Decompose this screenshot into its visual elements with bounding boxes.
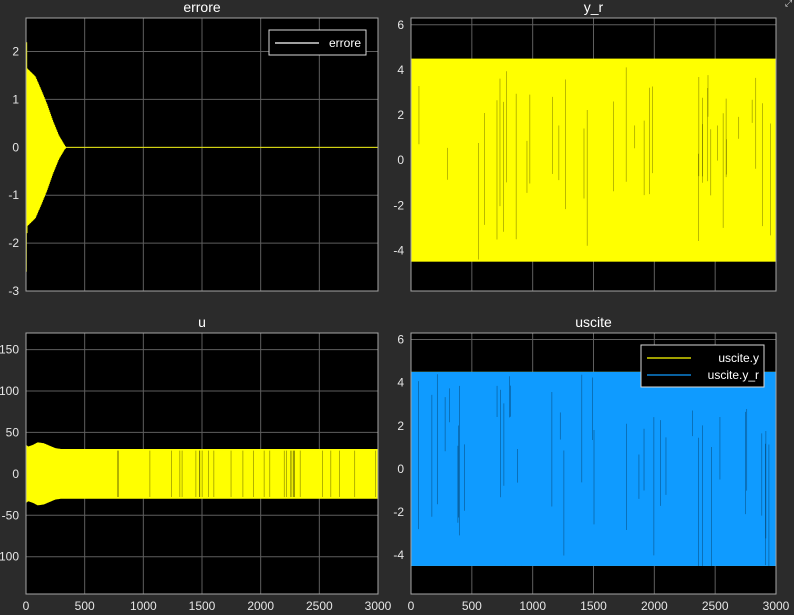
x-tick-label: 1000 <box>130 599 157 613</box>
legend-label: errore <box>329 36 361 50</box>
series-group <box>411 371 776 566</box>
y-tick-label: -3 <box>8 284 19 298</box>
y-tick-label: 0 <box>12 140 19 154</box>
x-tick-label: 3000 <box>365 599 392 613</box>
y-tick-label: 6 <box>397 18 404 32</box>
series-uscite.y_r <box>411 371 776 566</box>
y-tick-label: 0 <box>397 153 404 167</box>
series-y_r <box>411 58 776 262</box>
y-tick-label: -50 <box>2 508 20 522</box>
y-tick-label: 6 <box>397 332 404 346</box>
legend-label: uscite.y <box>718 351 759 365</box>
y-tick-label: -2 <box>8 236 19 250</box>
y-tick-label: 50 <box>6 425 20 439</box>
y-tick-label: 100 <box>0 384 19 398</box>
chart-title: u <box>198 314 206 330</box>
y-tick-label: 2 <box>12 45 19 59</box>
x-tick-label: 1500 <box>580 599 607 613</box>
y-tick-label: 2 <box>397 419 404 433</box>
y-tick-label: 4 <box>397 376 404 390</box>
series-group <box>26 442 378 506</box>
y-tick-label: -4 <box>393 243 404 257</box>
axes-errore: -3 -2 -1 0 1 2 errore errore <box>8 0 379 298</box>
chart-title: y_r <box>584 0 604 15</box>
legend: uscite.y uscite.y_r <box>640 344 765 388</box>
axes-uscite: -4 -2 0 2 4 6 0 500 1000 1500 2000 2500 3000 uscite us… <box>393 314 789 613</box>
y-tick-label: 100 <box>0 550 19 564</box>
y-tick-label: 2 <box>397 108 404 122</box>
y-tick-label: 4 <box>397 63 404 77</box>
x-tick-label: 2500 <box>306 599 333 613</box>
y-tick-label: -4 <box>393 548 404 562</box>
axes-u: 100-500501001500 500 1000 1500 2000 2500 3000u <box>0 314 392 613</box>
legend: errore <box>268 29 367 56</box>
y-tick-label: 0 <box>12 467 19 481</box>
y-tick-label: -1 <box>8 188 19 202</box>
y-tick-label: 0 <box>397 462 404 476</box>
x-tick-label: 0 <box>408 599 415 613</box>
x-tick-label: 500 <box>75 599 95 613</box>
x-tick-label: 0 <box>23 599 30 613</box>
y-tick-label: 150 <box>0 343 19 357</box>
scope-figure: -3 -2 -1 0 1 2 errore errore -4 -2 0 2 4 6 y_r 100 -50… <box>0 0 790 613</box>
x-tick-label: 2500 <box>702 599 729 613</box>
x-tick-label: 2000 <box>641 599 668 613</box>
chart-title: uscite <box>575 314 612 330</box>
legend-label: uscite.y_r <box>708 368 759 382</box>
x-tick-label: 500 <box>462 599 482 613</box>
y-tick-label: 1 <box>12 92 19 106</box>
axes-y_r: -4 -2 0 2 4 6 y_r <box>393 0 777 292</box>
chart-title: errore <box>183 0 221 15</box>
x-tick-label: 3000 <box>763 599 790 613</box>
y-tick-label: -2 <box>393 198 404 212</box>
series-group <box>411 58 776 262</box>
x-tick-label: 2000 <box>247 599 274 613</box>
y-tick-label: -2 <box>393 505 404 519</box>
x-tick-label: 1000 <box>519 599 546 613</box>
x-tick-label: 1500 <box>189 599 216 613</box>
